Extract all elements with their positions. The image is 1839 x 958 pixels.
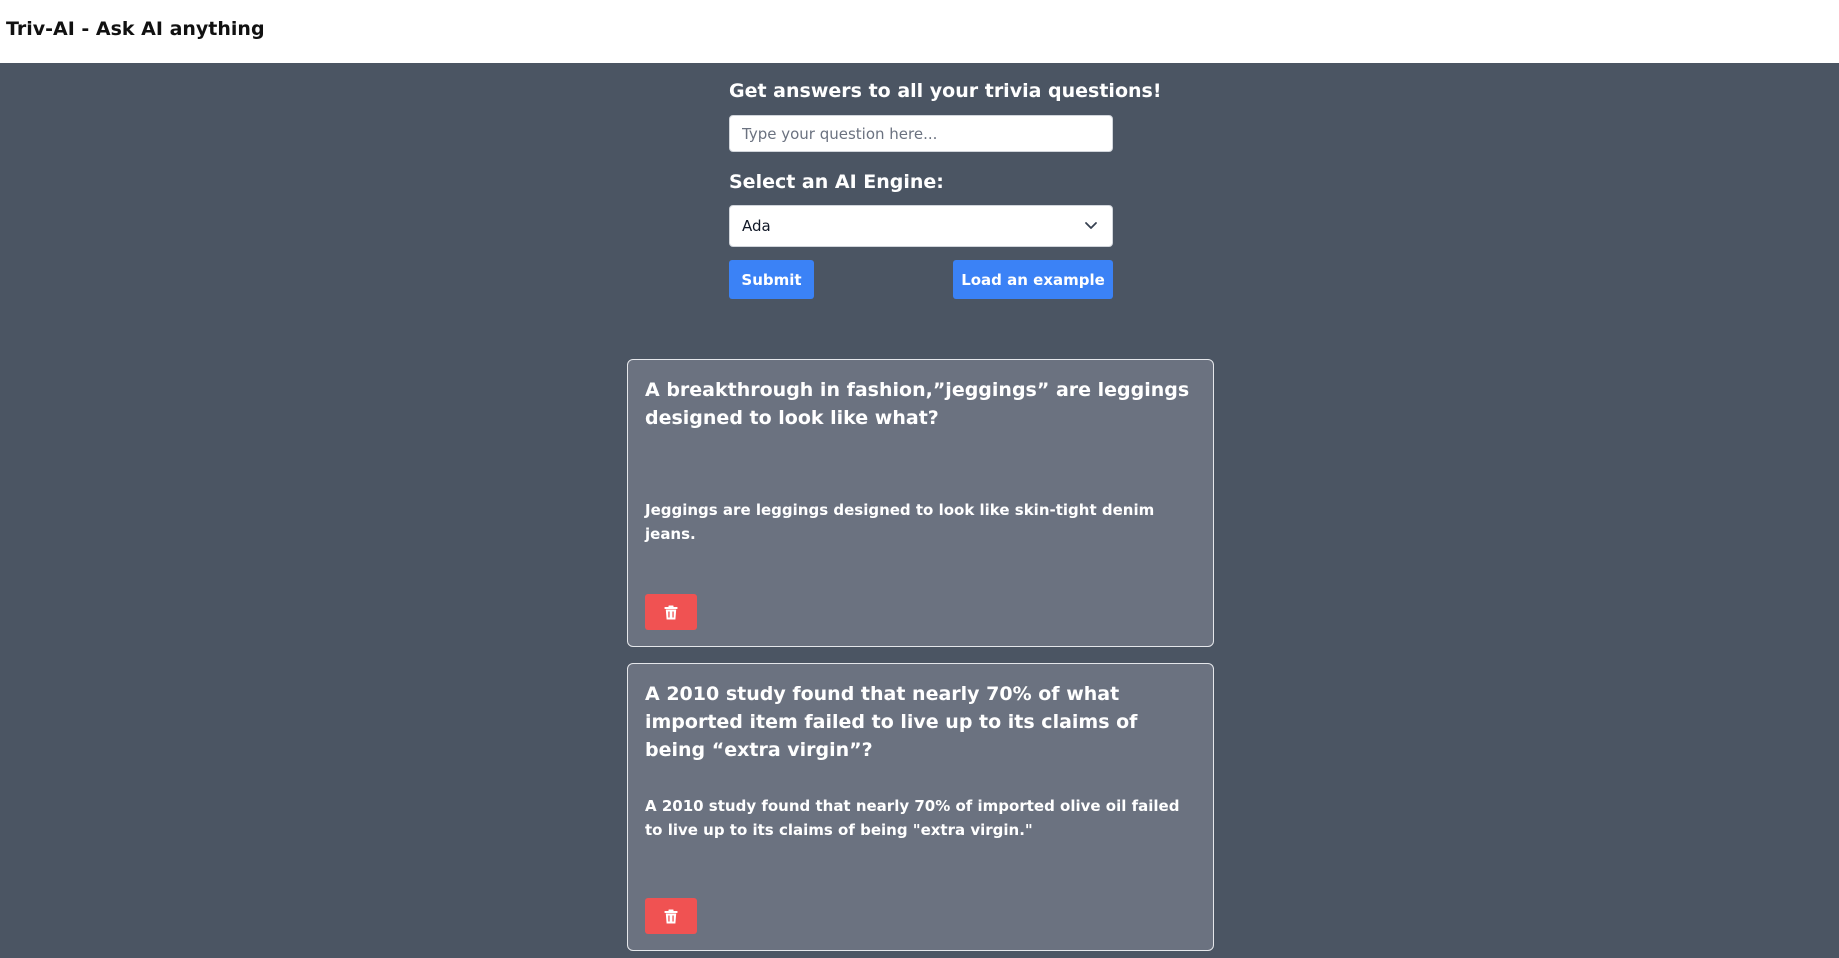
- trash-icon: [664, 909, 678, 924]
- submit-button[interactable]: Submit: [729, 260, 814, 299]
- card-answer: A 2010 study found that nearly 70% of im…: [645, 797, 1180, 839]
- delete-button[interactable]: [645, 594, 697, 630]
- top-bar: Triv-AI - Ask AI anything: [0, 0, 1839, 63]
- engine-select[interactable]: Ada: [729, 205, 1113, 247]
- result-card: A 2010 study found that nearly 70% of wh…: [627, 663, 1214, 951]
- result-card: A breakthrough in fashion,”jeggings” are…: [627, 359, 1214, 647]
- trash-icon: [664, 605, 678, 620]
- delete-button[interactable]: [645, 898, 697, 934]
- app-title: Triv-AI - Ask AI anything: [6, 18, 265, 40]
- question-input[interactable]: [729, 115, 1113, 152]
- load-example-button[interactable]: Load an example: [953, 260, 1113, 299]
- engine-label: Select an AI Engine:: [729, 171, 944, 193]
- engine-selected-value: Ada: [742, 217, 771, 235]
- chevron-down-icon: [1085, 222, 1097, 229]
- card-question: A 2010 study found that nearly 70% of wh…: [645, 683, 1138, 761]
- card-question: A breakthrough in fashion,”jeggings” are…: [645, 379, 1190, 429]
- form-heading: Get answers to all your trivia questions…: [729, 80, 1162, 102]
- card-answer: Jeggings are leggings designed to look l…: [645, 501, 1155, 543]
